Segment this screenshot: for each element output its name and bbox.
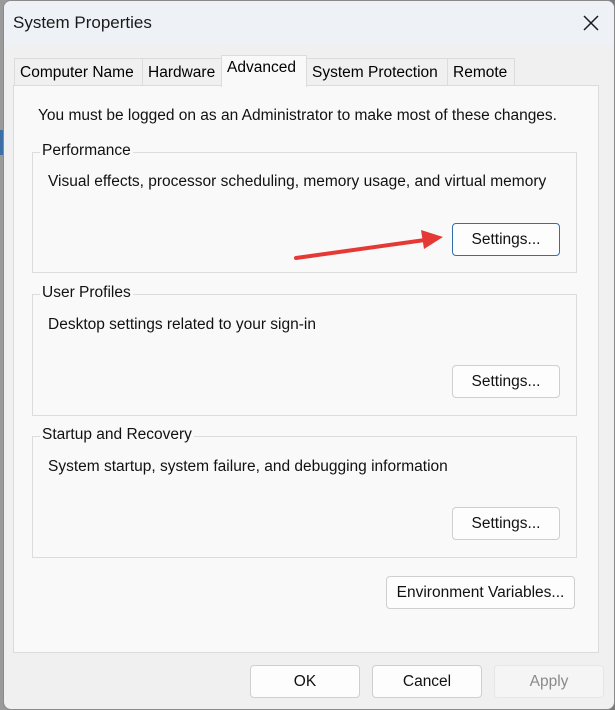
tab-computer-name[interactable]: Computer Name: [14, 58, 143, 85]
environment-variables-button[interactable]: Environment Variables...: [386, 576, 575, 609]
close-x-icon: [583, 15, 599, 31]
admin-note: You must be logged on as an Administrato…: [38, 107, 557, 124]
system-properties-dialog: System Properties Computer Name Hardware…: [3, 0, 615, 710]
performance-label: Performance: [40, 142, 133, 160]
close-button[interactable]: [568, 1, 614, 45]
apply-button[interactable]: Apply: [494, 665, 604, 698]
startup-recovery-description: System startup, system failure, and debu…: [48, 458, 448, 475]
startup-recovery-group: Startup and Recovery System startup, sys…: [32, 426, 577, 558]
performance-group: Performance Visual effects, processor sc…: [32, 142, 577, 273]
cancel-button[interactable]: Cancel: [372, 665, 482, 698]
startup-recovery-label: Startup and Recovery: [40, 426, 194, 444]
title-bar: System Properties: [4, 1, 614, 45]
advanced-tab-panel: You must be logged on as an Administrato…: [13, 85, 599, 653]
performance-description: Visual effects, processor scheduling, me…: [48, 173, 547, 190]
tab-hardware[interactable]: Hardware: [142, 58, 223, 85]
tab-remote[interactable]: Remote: [447, 58, 515, 85]
user-profiles-settings-button[interactable]: Settings...: [452, 365, 560, 398]
user-profiles-description: Desktop settings related to your sign-in: [48, 316, 316, 333]
performance-settings-button[interactable]: Settings...: [452, 223, 560, 256]
startup-recovery-settings-button[interactable]: Settings...: [452, 507, 560, 540]
user-profiles-label: User Profiles: [40, 284, 133, 302]
tab-system-protection[interactable]: System Protection: [306, 58, 448, 85]
user-profiles-group: User Profiles Desktop settings related t…: [32, 284, 577, 416]
ok-button[interactable]: OK: [250, 665, 360, 698]
tab-advanced[interactable]: Advanced: [221, 55, 307, 87]
window-title: System Properties: [13, 13, 152, 32]
